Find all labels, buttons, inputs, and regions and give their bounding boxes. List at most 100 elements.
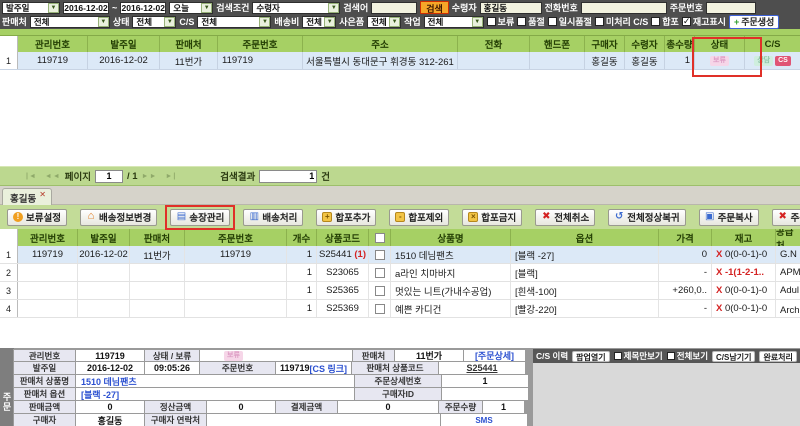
cell-product-code: S25369 <box>317 300 369 317</box>
item-row[interactable]: 2 1 S23065 a라인 치마바지 [블랙] - X -1(1-2-1.. … <box>0 264 800 282</box>
first-page-button[interactable]: |◄ <box>26 173 37 180</box>
side-tab-order[interactable]: 주문 <box>0 348 14 426</box>
col-manage-no[interactable]: 관리번호 <box>18 36 88 52</box>
cancel-all-button[interactable]: ✖전체취소 <box>535 209 595 226</box>
gift-filter-select[interactable]: 전체▼ <box>367 16 401 28</box>
shipfee-filter-select[interactable]: 전체▼ <box>302 16 336 28</box>
hold-settings-button[interactable]: !보류설정 <box>7 209 67 226</box>
prev-page-button[interactable]: ◄◄ <box>45 173 61 180</box>
col2-qty[interactable]: 개수 <box>287 229 317 246</box>
seller-code-value[interactable]: S25441 <box>438 362 526 375</box>
cs-mint-badge: 상담 <box>754 56 773 66</box>
item-row[interactable]: 1 119719 2016-12-02 11번가 119719 1 S25441… <box>0 246 800 264</box>
col2-stock[interactable]: 재고 <box>712 229 776 246</box>
title-only-checkbox[interactable]: 제목만보기 <box>614 350 663 362</box>
col-mobile[interactable]: 핸드폰 <box>530 36 585 52</box>
order-no-input[interactable] <box>706 2 756 14</box>
receiver-input[interactable] <box>480 2 542 14</box>
combine-exclude-button[interactable]: -합포제외 <box>389 209 449 226</box>
col2-product-name[interactable]: 상품명 <box>391 229 511 246</box>
soldout-checkbox[interactable]: 품절 <box>517 15 545 28</box>
create-order-button[interactable]: +주문생성 <box>729 15 779 29</box>
col2-supplier[interactable]: 공급처 <box>776 229 800 246</box>
cs-filter-select[interactable]: 전체▼ <box>197 16 271 28</box>
col-seller[interactable]: 판매처 <box>160 36 218 52</box>
date-type-select[interactable]: 발주일▼ <box>2 2 60 14</box>
buyer-contact-value <box>206 414 441 426</box>
row-checkbox[interactable] <box>369 282 391 299</box>
combine-checkbox[interactable]: 합포 <box>651 15 679 28</box>
col2-price[interactable]: 가격 <box>659 229 712 246</box>
orders-grid: 관리번호 발주일 판매처 주문번호 주소 전화 핸드폰 구매자 수령자 총수량 … <box>0 29 800 70</box>
search-button[interactable]: 검색 <box>420 1 449 14</box>
seller-filter-select[interactable]: 전체▼ <box>30 16 110 28</box>
order-delete-button[interactable]: ✖주문삭제 <box>772 209 800 226</box>
col2-order-no[interactable]: 주문번호 <box>185 229 287 246</box>
row-checkbox[interactable] <box>369 246 391 263</box>
col2-manage-no[interactable]: 관리번호 <box>18 229 78 246</box>
copy-icon: ▣ <box>705 212 715 222</box>
col-phone[interactable]: 전화 <box>458 36 530 52</box>
item-row[interactable]: 3 1 S25365 멋있는 니트(가내수공업) [흰색-100] +260,0… <box>0 282 800 300</box>
col2-option[interactable]: 옵션 <box>511 229 659 246</box>
quick-range-select[interactable]: 오늘▼ <box>169 2 213 14</box>
last-page-button[interactable]: ►| <box>165 173 176 180</box>
cs-link[interactable]: [CS 링크] <box>309 362 347 375</box>
row-checkbox[interactable] <box>369 300 391 317</box>
pagination-bar: |◄ ◄◄ 페이지 / 1 ►► ►| 검색결과 건 <box>0 166 800 186</box>
col-buyer[interactable]: 구매자 <box>585 36 625 52</box>
col-status[interactable]: 상태 <box>695 36 745 52</box>
restore-all-button[interactable]: ↺전체정상복귀 <box>608 209 685 226</box>
search-condition-select[interactable]: 수령자▼ <box>252 2 340 14</box>
combine-forbid-button[interactable]: ×합포금지 <box>462 209 522 226</box>
temp-soldout-checkbox[interactable]: 일시품절 <box>548 15 592 28</box>
page-input[interactable] <box>95 170 123 183</box>
col-cs[interactable]: C/S <box>745 36 800 52</box>
open-popup-button[interactable]: 팝업열기 <box>572 351 609 362</box>
col2-seller[interactable]: 판매처 <box>130 229 185 246</box>
order-detail-link[interactable]: [주문상세] <box>463 349 526 362</box>
leave-cs-button[interactable]: C/S남기기 <box>712 351 755 362</box>
complete-button[interactable]: 완료처리 <box>759 351 796 362</box>
col-total-qty[interactable]: 총수량 <box>665 36 695 52</box>
keyword-input[interactable] <box>371 2 417 14</box>
date-from-input[interactable]: 2016-12-02 <box>63 2 109 14</box>
order-time-value: 09:05:26 <box>144 362 200 375</box>
product-name-value[interactable]: 1510 데님팬츠 <box>75 375 355 388</box>
order-detail-no-value: 1 <box>441 375 529 388</box>
col2-product-code[interactable]: 상품코드 <box>317 229 369 246</box>
truck-icon: ▥ <box>249 212 259 222</box>
view-all-checkbox[interactable]: 전체보기 <box>667 350 708 362</box>
hold-checkbox[interactable]: 보류 <box>487 15 515 28</box>
item-row[interactable]: 4 1 S25369 예쁜 카디건 [빨강-220] - X 0(0-0-1)-… <box>0 300 800 318</box>
phone-input[interactable] <box>581 2 667 14</box>
tab-close-icon[interactable]: ✕ <box>39 191 46 199</box>
col2-order-date[interactable]: 발주일 <box>78 229 130 246</box>
sms-cell[interactable]: SMS <box>440 414 528 426</box>
date-to-input[interactable]: 2016-12-02 <box>120 2 166 14</box>
col2-select-all[interactable] <box>369 229 391 246</box>
combine-add-button[interactable]: +합포추가 <box>316 209 376 226</box>
lock-icon: × <box>468 212 478 222</box>
shipping-process-button[interactable]: ▥배송처리 <box>243 209 303 226</box>
next-page-button[interactable]: ►► <box>142 173 158 180</box>
invoice-manage-button[interactable]: ▤송장관리 <box>170 209 230 226</box>
col-receiver[interactable]: 수령자 <box>625 36 665 52</box>
row-checkbox[interactable] <box>369 264 391 281</box>
checkbox-icon <box>614 352 622 360</box>
shipping-info-change-button[interactable]: ⌂배송정보변경 <box>80 209 157 226</box>
result-count-input[interactable] <box>259 170 317 183</box>
order-copy-button[interactable]: ▣주문복사 <box>699 209 759 226</box>
tab-hong-gil-dong[interactable]: 홍길동 ✕ <box>2 188 52 205</box>
seller-label: 판매처 <box>352 349 395 362</box>
col-order-date[interactable]: 발주일 <box>88 36 160 52</box>
col-order-no[interactable]: 주문번호 <box>218 36 303 52</box>
work-filter-select[interactable]: 전체▼ <box>424 16 484 28</box>
unhandled-cs-checkbox[interactable]: 미처리 C/S <box>595 15 648 28</box>
status-filter-select[interactable]: 전체▼ <box>132 16 176 28</box>
status-badge: 보류 <box>224 351 243 361</box>
stock-display-checkbox[interactable]: 재고표시 <box>682 15 726 28</box>
col-address[interactable]: 주소 <box>303 36 458 52</box>
order-no-label: 주문번호 <box>670 1 703 14</box>
order-row[interactable]: 1 119719 2016-12-02 11번가 119719 서울특별시 동대… <box>0 52 800 70</box>
